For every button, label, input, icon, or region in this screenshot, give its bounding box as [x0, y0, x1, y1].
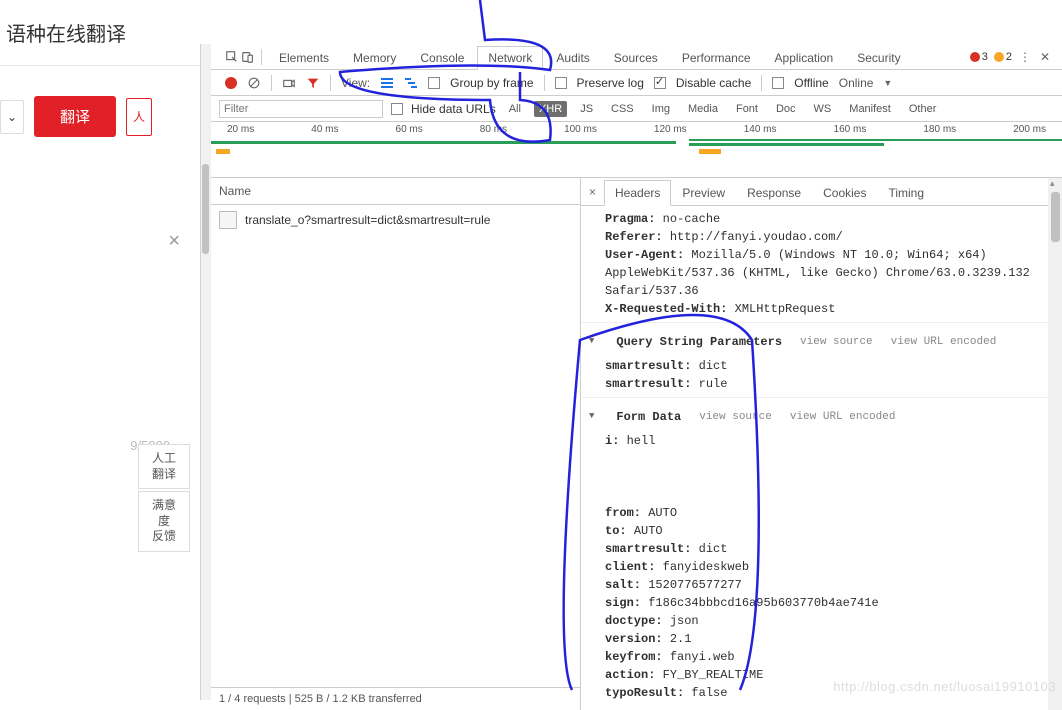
- network-toolbar: View: Group by frame Preserve log Disabl…: [211, 70, 1062, 96]
- query-string-params-header[interactable]: Query String Parameters view source view…: [589, 327, 1054, 357]
- tab-network[interactable]: Network: [477, 46, 543, 70]
- translate-toolbar: ⌄ 翻译 人: [0, 66, 200, 137]
- filter-font[interactable]: Font: [731, 101, 763, 117]
- device-icon[interactable]: [241, 50, 255, 64]
- waterfall-view-icon[interactable]: [404, 76, 418, 90]
- tab-audits[interactable]: Audits: [545, 46, 600, 70]
- scrollbar[interactable]: [1048, 178, 1062, 710]
- filter-img[interactable]: Img: [647, 101, 675, 117]
- human-translate-side-button[interactable]: 人工 翻译: [138, 444, 190, 489]
- form-data-header[interactable]: Form Data view source view URL encoded: [589, 402, 1054, 432]
- translate-button[interactable]: 翻译: [34, 96, 116, 137]
- human-translate-button[interactable]: 人: [126, 98, 152, 136]
- detail-tabs: × Headers Preview Response Cookies Timin…: [581, 178, 1062, 206]
- detail-tab-response[interactable]: Response: [736, 180, 812, 206]
- close-devtools-icon[interactable]: ✕: [1038, 50, 1052, 64]
- view-source-link-2[interactable]: view source: [699, 409, 772, 426]
- chevron-down-icon: ▼: [883, 78, 892, 88]
- disable-cache-label: Disable cache: [676, 76, 751, 90]
- inspect-icon[interactable]: [225, 50, 239, 64]
- request-list: Name translate_o?smartresult=dict&smartr…: [211, 178, 581, 710]
- tab-application[interactable]: Application: [764, 46, 845, 70]
- error-count[interactable]: 3: [970, 51, 988, 63]
- camera-icon[interactable]: [282, 76, 296, 90]
- request-name: translate_o?smartresult=dict&smartresult…: [245, 213, 490, 227]
- filter-css[interactable]: CSS: [606, 101, 639, 117]
- group-by-frame-checkbox[interactable]: [428, 77, 440, 89]
- filter-manifest[interactable]: Manifest: [844, 101, 896, 117]
- devtools-tabs: Elements Memory Console Network Audits S…: [211, 44, 1062, 70]
- headers-body[interactable]: Pragma: no-cache Referer: http://fanyi.y…: [581, 206, 1062, 710]
- more-icon[interactable]: ⋮: [1018, 50, 1032, 64]
- network-body: Name translate_o?smartresult=dict&smartr…: [211, 178, 1062, 710]
- view-source-link[interactable]: view source: [800, 334, 873, 351]
- close-icon[interactable]: ×: [168, 230, 180, 253]
- hide-data-urls-checkbox[interactable]: [391, 103, 403, 115]
- preserve-log-checkbox[interactable]: [555, 77, 567, 89]
- name-column-header[interactable]: Name: [211, 178, 580, 205]
- tab-memory[interactable]: Memory: [342, 46, 407, 70]
- group-by-frame-label: Group by frame: [450, 76, 533, 90]
- scrollbar[interactable]: [201, 44, 211, 700]
- request-detail: × Headers Preview Response Cookies Timin…: [581, 178, 1062, 710]
- tab-console[interactable]: Console: [409, 46, 475, 70]
- preserve-log-label: Preserve log: [577, 76, 644, 90]
- devtools-panel: Elements Memory Console Network Audits S…: [200, 44, 1062, 700]
- filter-doc[interactable]: Doc: [771, 101, 801, 117]
- view-label: View:: [341, 76, 370, 90]
- filter-media[interactable]: Media: [683, 101, 723, 117]
- offline-label: Offline: [794, 76, 828, 90]
- record-icon[interactable]: [225, 77, 237, 89]
- watermark: http://blog.csdn.net/luosai19910103: [833, 679, 1056, 694]
- side-buttons: 人工 翻译 满意度 反馈: [138, 444, 190, 554]
- person-icon: 人: [133, 108, 145, 125]
- detail-tab-headers[interactable]: Headers: [604, 180, 671, 206]
- list-view-icon[interactable]: [380, 76, 394, 90]
- view-url-encoded-link[interactable]: view URL encoded: [891, 334, 997, 351]
- page-title: 语种在线翻译: [0, 0, 200, 66]
- filter-other[interactable]: Other: [904, 101, 942, 117]
- file-icon: [219, 211, 237, 229]
- filter-input[interactable]: [219, 100, 383, 118]
- offline-checkbox[interactable]: [772, 77, 784, 89]
- status-bar: 1 / 4 requests | 525 B / 1.2 KB transfer…: [211, 687, 580, 710]
- tab-sources[interactable]: Sources: [603, 46, 669, 70]
- tab-elements[interactable]: Elements: [268, 46, 340, 70]
- filter-xhr[interactable]: XHR: [534, 101, 567, 117]
- filter-ws[interactable]: WS: [809, 101, 837, 117]
- filter-js[interactable]: JS: [575, 101, 598, 117]
- detail-tab-timing[interactable]: Timing: [877, 180, 935, 206]
- app-sidebar: 语种在线翻译 ⌄ 翻译 人 × 9/5000 人工 翻译 满意度 反馈: [0, 0, 200, 700]
- throttling-select[interactable]: Online: [839, 76, 874, 90]
- tab-security[interactable]: Security: [846, 46, 911, 70]
- warning-count[interactable]: 2: [994, 51, 1012, 63]
- timeline-overview[interactable]: 20 ms 40 ms 60 ms 80 ms 100 ms 120 ms 14…: [211, 122, 1062, 178]
- filter-icon[interactable]: [306, 76, 320, 90]
- lang-dropdown[interactable]: ⌄: [0, 100, 24, 134]
- feedback-side-button[interactable]: 满意度 反馈: [138, 491, 190, 552]
- view-url-encoded-link-2[interactable]: view URL encoded: [790, 409, 896, 426]
- network-filter-row: Hide data URLs All XHR JS CSS Img Media …: [211, 96, 1062, 122]
- hide-data-urls-label: Hide data URLs: [411, 102, 496, 116]
- tab-performance[interactable]: Performance: [671, 46, 762, 70]
- detail-tab-cookies[interactable]: Cookies: [812, 180, 877, 206]
- close-detail-icon[interactable]: ×: [581, 185, 604, 199]
- filter-all[interactable]: All: [504, 101, 526, 117]
- disable-cache-checkbox[interactable]: [654, 77, 666, 89]
- clear-icon[interactable]: [247, 76, 261, 90]
- chevron-down-icon: ⌄: [7, 110, 17, 124]
- request-row[interactable]: translate_o?smartresult=dict&smartresult…: [211, 205, 580, 235]
- detail-tab-preview[interactable]: Preview: [671, 180, 736, 206]
